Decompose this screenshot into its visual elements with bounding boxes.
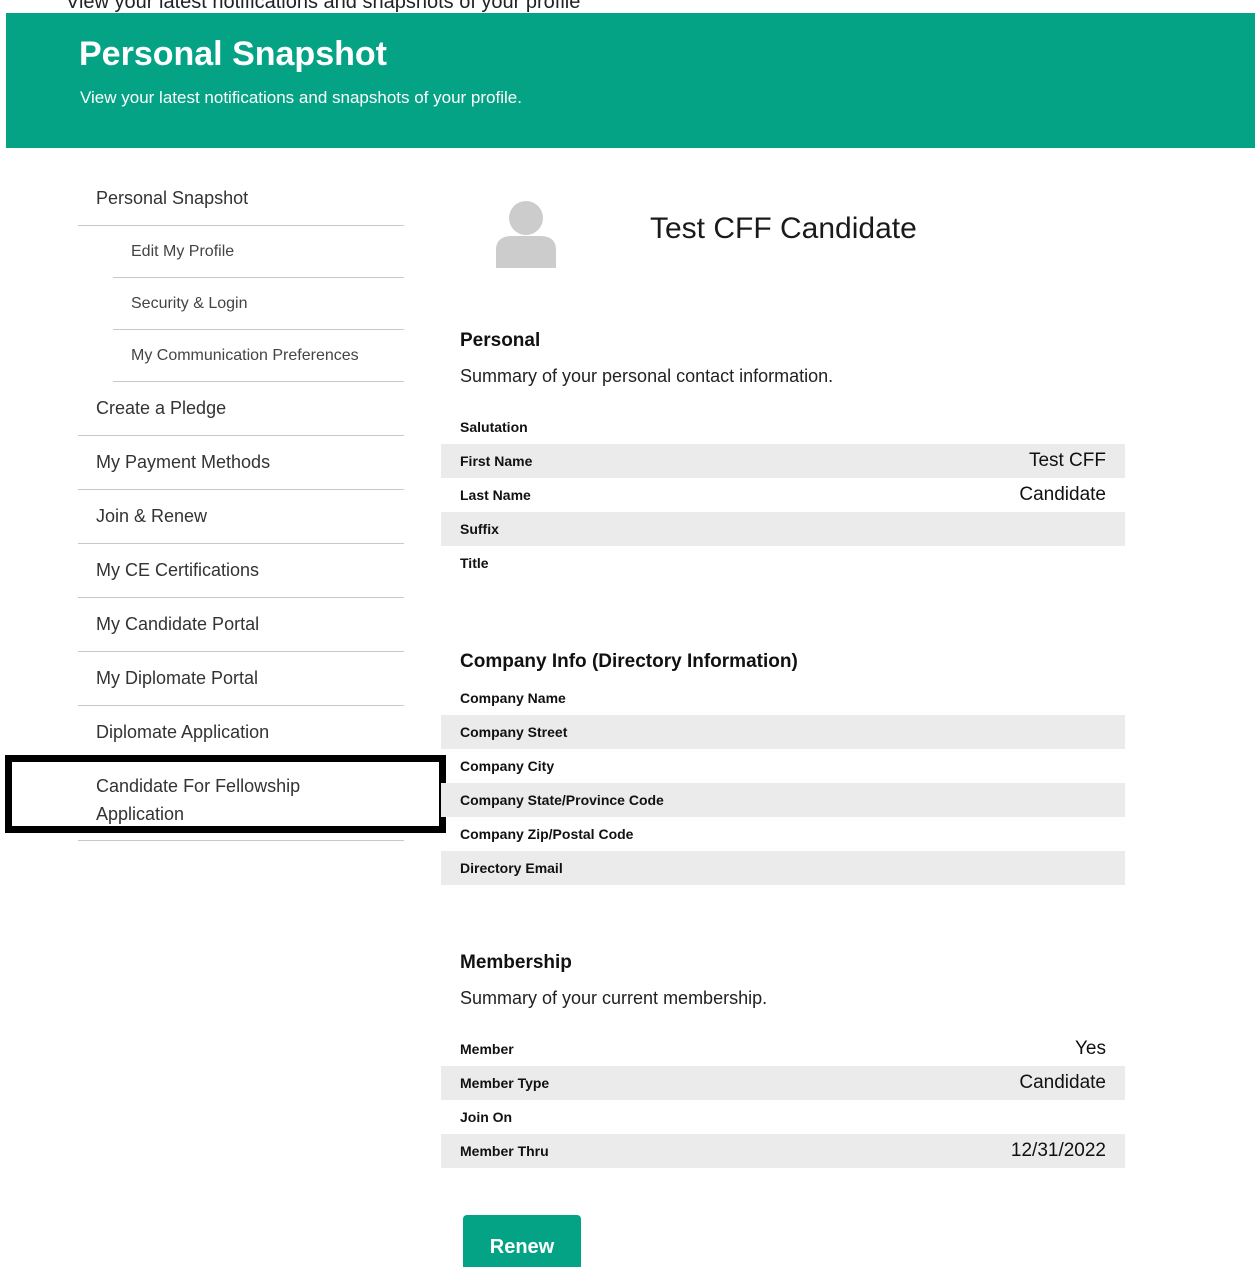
row-label: Member [460, 1041, 514, 1057]
table-row: Company State/Province Code [441, 783, 1125, 817]
page-title: Personal Snapshot [79, 35, 387, 73]
company-section: Company Info (Directory Information) Com… [441, 651, 1125, 885]
row-label: Salutation [460, 419, 528, 435]
table-row: Suffix [441, 512, 1125, 546]
table-row: Title [441, 546, 1125, 580]
table-row: Last Name Candidate [441, 478, 1125, 512]
row-label: Suffix [460, 521, 499, 537]
membership-section-title: Membership [460, 952, 572, 973]
sidebar-nav: Personal Snapshot Edit My Profile Securi… [78, 172, 404, 841]
row-label: Company Zip/Postal Code [460, 826, 634, 842]
row-value: Candidate [1019, 484, 1106, 505]
row-value: Yes [1075, 1038, 1106, 1059]
table-row: Salutation [441, 410, 1125, 444]
personal-table: Salutation First Name Test CFF Last Name C… [441, 410, 1125, 580]
row-value: Test CFF [1028, 450, 1106, 471]
membership-table: Member Yes Member Type Candidate Join On M… [441, 1032, 1125, 1168]
top-cropped-label: View your latest notifications and snaps… [66, 0, 581, 13]
table-row: Member Type Candidate [441, 1066, 1125, 1100]
membership-section-description: Summary of your current membership. [460, 988, 768, 1008]
table-row: First Name Test CFF [441, 444, 1125, 478]
table-row: Company Name [441, 681, 1125, 715]
sidebar-item-personal-snapshot[interactable]: Personal Snapshot [78, 172, 404, 226]
row-label: Member Type [460, 1075, 550, 1091]
table-row: Company Street [441, 715, 1125, 749]
company-table: Company Name Company Street Company City… [441, 681, 1125, 885]
table-row: Member Thru 12/31/2022 [441, 1134, 1125, 1168]
row-label: Join On [460, 1109, 513, 1125]
membership-section: Membership Summary of your current membe… [441, 952, 1125, 1168]
table-row: Directory Email [441, 851, 1125, 885]
sidebar-item-diplomate-application[interactable]: Diplomate Application [78, 706, 404, 760]
personal-section-description: Summary of your personal contact informa… [460, 366, 834, 386]
personal-section-title: Personal [460, 330, 541, 351]
personal-section: Personal Summary of your personal contac… [441, 330, 1125, 580]
row-label: Directory Email [460, 860, 563, 876]
page-header-banner: Personal Snapshot View your latest notif… [6, 13, 1255, 148]
table-row: Company Zip/Postal Code [441, 817, 1125, 851]
row-label: Company City [460, 758, 555, 774]
row-label: Member Thru [460, 1143, 549, 1159]
sidebar-item-security-login[interactable]: Security & Login [113, 278, 404, 330]
row-label: Title [460, 555, 489, 571]
company-section-title: Company Info (Directory Information) [460, 651, 798, 672]
row-label: Company State/Province Code [460, 792, 664, 808]
sidebar-item-payment-methods[interactable]: My Payment Methods [78, 436, 404, 490]
row-label: Last Name [460, 487, 531, 503]
table-row: Join On [441, 1100, 1125, 1134]
sidebar-item-edit-my-profile[interactable]: Edit My Profile [113, 226, 404, 278]
profile-name: Test CFF Candidate [650, 212, 917, 245]
sidebar-item-candidate-portal[interactable]: My Candidate Portal [78, 598, 404, 652]
sidebar-item-join-renew[interactable]: Join & Renew [78, 490, 404, 544]
row-value: Candidate [1019, 1072, 1106, 1093]
sidebar-item-create-pledge[interactable]: Create a Pledge [78, 382, 404, 436]
sidebar-item-diplomate-portal[interactable]: My Diplomate Portal [78, 652, 404, 706]
table-row: Member Yes [441, 1032, 1125, 1066]
sidebar-item-fellowship-application[interactable]: Candidate For Fellowship Application [78, 760, 404, 841]
row-value: 12/31/2022 [1010, 1140, 1106, 1161]
sidebar-item-communication-preferences[interactable]: My Communication Preferences [113, 330, 404, 382]
renew-button[interactable]: Renew [463, 1215, 581, 1267]
top-cropped-text: View your latest notifications and snaps… [0, 0, 1255, 13]
row-label: First Name [460, 453, 533, 469]
page-subtitle: View your latest notifications and snaps… [80, 88, 522, 107]
user-avatar-icon [496, 201, 556, 268]
row-label: Company Street [460, 724, 568, 740]
table-row: Company City [441, 749, 1125, 783]
row-label: Company Name [460, 690, 566, 706]
sidebar-item-ce-certifications[interactable]: My CE Certifications [78, 544, 404, 598]
